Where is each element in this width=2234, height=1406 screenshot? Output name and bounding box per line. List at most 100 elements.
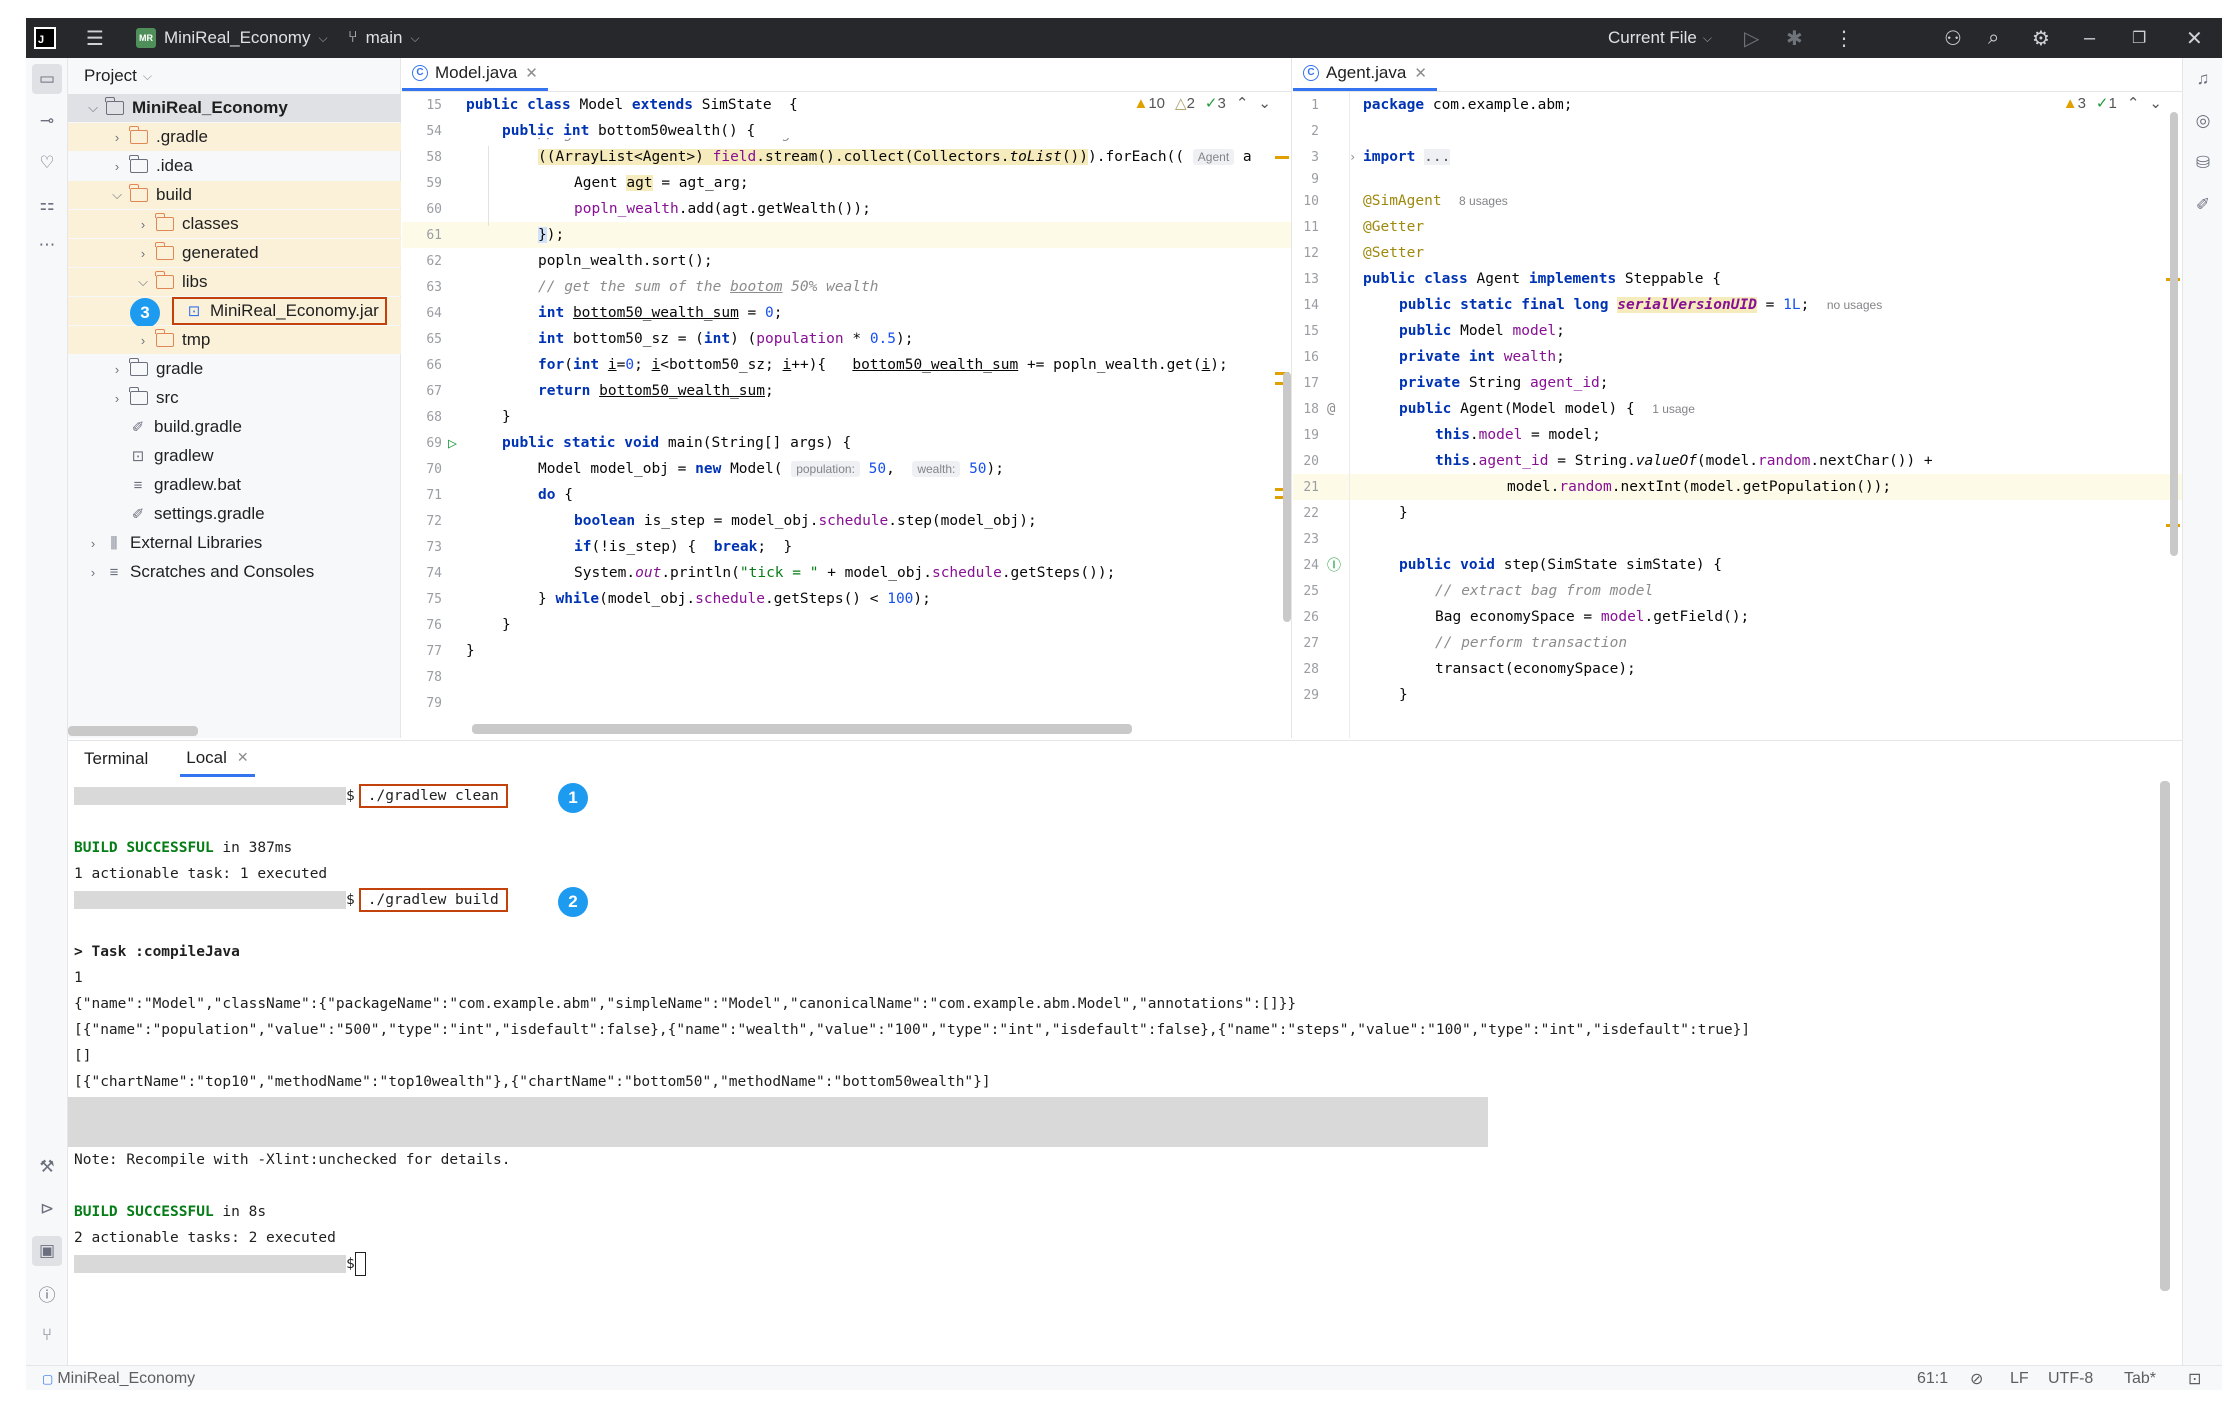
tree-item-scratches[interactable]: › ≡ Scratches and Consoles	[68, 558, 401, 586]
editor-horizontal-scrollbar[interactable]	[472, 724, 1132, 734]
build-hammer-icon[interactable]: ⚒	[26, 1152, 68, 1182]
status-line-separator[interactable]: LF	[2010, 1366, 2029, 1391]
code-line: // perform transaction	[1435, 635, 1628, 651]
tree-item-gradlew-bat[interactable]: ≡ gradlew.bat	[68, 471, 401, 499]
tree-item-build-gradle[interactable]: ✐ build.gradle	[68, 413, 401, 441]
line-number: 68	[426, 409, 442, 425]
close-icon[interactable]: ✕	[2186, 18, 2203, 58]
project-horizontal-scrollbar[interactable]	[68, 726, 198, 736]
tree-item-settings-gradle[interactable]: ✐ settings.gradle	[68, 500, 401, 528]
project-panel-header[interactable]: Project ⌵	[68, 58, 400, 94]
tree-item-external-libraries[interactable]: › ⫼ External Libraries	[68, 529, 401, 557]
line-number: 29	[1303, 687, 1319, 703]
tree-item-generated[interactable]: › generated	[68, 239, 401, 267]
terminal-output-line: [{"name":"population","value":"500","typ…	[74, 1022, 1751, 1038]
tree-item-tmp[interactable]: › tmp	[68, 326, 401, 354]
project-tool-folder-icon[interactable]: ▭	[32, 64, 62, 94]
branch-selector[interactable]: ⑂ main ⌵	[348, 18, 420, 58]
commit-icon[interactable]: ⊸	[26, 106, 68, 136]
project-badge: MR	[136, 28, 156, 48]
terminal-output-line: 1 actionable task: 1 executed	[74, 866, 328, 882]
terminal-icon[interactable]: ▣	[32, 1236, 62, 1266]
tree-item-label: classes	[182, 214, 239, 233]
tree-item-dot-gradle[interactable]: › .gradle	[68, 123, 401, 151]
tree-item-gradle[interactable]: › gradle	[68, 355, 401, 383]
tree-item-idea[interactable]: › .idea	[68, 152, 401, 180]
class-icon: C	[1303, 64, 1319, 81]
editor-model-java[interactable]: C Model.java ✕ ▲10 △2 ✓3 ⌃ ⌄ 15 public cl…	[402, 58, 1292, 738]
settings-gear-icon[interactable]: ⚙	[2032, 18, 2050, 58]
git-icon[interactable]: ⑂	[26, 1320, 68, 1350]
status-encoding[interactable]: UTF-8	[2048, 1366, 2093, 1391]
run-icon[interactable]: ▷	[1744, 18, 1759, 58]
close-tab-icon[interactable]: ✕	[525, 64, 538, 82]
editor-vertical-scrollbar[interactable]	[2170, 112, 2178, 556]
tree-item-gradlew[interactable]: ⊡ gradlew	[68, 442, 401, 470]
tab-agent-java[interactable]: C Agent.java ✕	[1293, 58, 1437, 91]
search-icon[interactable]: ⌕	[1988, 18, 1999, 58]
debug-icon[interactable]: ✱	[1786, 18, 1803, 58]
override-gutter-icon[interactable]: @	[1327, 401, 1335, 417]
chevron-down-icon: ⌵	[318, 30, 328, 45]
project-selector[interactable]: MR MiniReal_Economy ⌵	[136, 18, 328, 58]
code-area[interactable]: 15 public class Model extends SimState { …	[402, 92, 1291, 738]
more-tools-icon[interactable]: ⋯	[26, 230, 68, 260]
restore-icon[interactable]: ❐	[2132, 18, 2146, 58]
structure-icon[interactable]: ⚏	[26, 190, 68, 220]
terminal-output-line: Note: Recompile with -Xlint:unchecked fo…	[74, 1152, 511, 1168]
implementation-gutter-icon[interactable]: Ⓘ	[1327, 555, 1341, 575]
minimize-icon[interactable]: –	[2084, 18, 2095, 58]
tree-item-root[interactable]: ⌵ MiniReal_Economy	[68, 94, 401, 122]
fold-icon[interactable]: ›	[1349, 150, 1356, 164]
line-number: 14	[1303, 297, 1319, 313]
run-gutter-icon[interactable]: ▷	[448, 434, 457, 452]
line-number: 61	[426, 227, 442, 243]
run-tool-icon[interactable]: ⊳	[26, 1194, 68, 1224]
code-line: public static final long serialVersionUI…	[1399, 297, 1883, 313]
tree-item-src[interactable]: › src	[68, 384, 401, 412]
editor-vertical-scrollbar[interactable]	[1283, 372, 1291, 622]
code-area[interactable]: 1 package com.example.abm; 2 3 › import ...…	[1293, 92, 2182, 738]
tree-item-label: External Libraries	[130, 533, 263, 552]
terminal-vertical-scrollbar[interactable]	[2160, 781, 2170, 1291]
line-number: 19	[1303, 427, 1319, 443]
prompt-symbol: $	[346, 788, 355, 804]
gradle-file-icon: ✐	[131, 419, 145, 436]
account-icon[interactable]: ⚇	[1944, 18, 1962, 58]
problems-icon[interactable]: ⓘ	[26, 1278, 68, 1308]
more-actions-icon[interactable]: ⋮	[1834, 18, 1854, 58]
notifications-bell-icon[interactable]: ♫	[2183, 64, 2223, 94]
tab-model-java[interactable]: C Model.java ✕	[402, 58, 548, 91]
line-number: 2	[1311, 123, 1319, 139]
close-tab-icon[interactable]: ✕	[237, 749, 249, 766]
database-icon[interactable]: ⛁	[2183, 148, 2223, 178]
tab-local[interactable]: Local ✕	[180, 741, 255, 777]
readonly-toggle-icon[interactable]: ⊘	[1970, 1366, 1983, 1391]
status-project[interactable]: ▢ MiniReal_Economy	[42, 1366, 195, 1391]
run-config-selector[interactable]: Current File ⌵	[1608, 18, 1712, 58]
code-line: transact(economySpace);	[1435, 661, 1636, 677]
ai-assistant-icon[interactable]: ◎	[2183, 106, 2223, 136]
tree-item-build[interactable]: ⌵ build	[68, 181, 401, 209]
close-tab-icon[interactable]: ✕	[1414, 64, 1427, 82]
tree-item-libs[interactable]: ⌵ libs	[68, 268, 401, 296]
tree-item-classes[interactable]: › classes	[68, 210, 401, 238]
line-number: 23	[1303, 531, 1319, 547]
editor-agent-java[interactable]: C Agent.java ✕ ▲3 ✓1 ⌃ ⌄ 1 package com.ex…	[1293, 58, 2182, 738]
title-bar: J ☰ MR MiniReal_Economy ⌵ ⑂ main ⌵ Curre…	[26, 18, 2222, 58]
code-line: this.model = model;	[1435, 427, 1601, 443]
terminal-panel[interactable]: Terminal Local ✕ $ ./gradlew clean 1 BUIL…	[68, 740, 2182, 1365]
main-menu-icon[interactable]: ☰	[86, 18, 104, 58]
terminal-cursor[interactable]	[354, 1252, 366, 1276]
tree-item-jar[interactable]: ⊡ MiniReal_Economy.jar	[68, 297, 401, 325]
warning-stripe[interactable]	[1275, 156, 1289, 159]
line-number: 74	[426, 565, 442, 581]
terminal-output-line: [{"chartName":"top10","methodName":"top1…	[74, 1074, 991, 1090]
pull-requests-icon[interactable]: ♡	[26, 148, 68, 178]
app-logo[interactable]: J	[34, 18, 56, 58]
gradle-icon[interactable]: ✐	[2183, 190, 2223, 220]
terminal-output-line: BUILD SUCCESSFUL in 387ms	[74, 835, 292, 861]
status-caret-position[interactable]: 61:1	[1917, 1366, 1948, 1391]
status-indent[interactable]: Tab*	[2124, 1366, 2156, 1391]
lock-icon[interactable]: ⊡	[2188, 1366, 2201, 1391]
